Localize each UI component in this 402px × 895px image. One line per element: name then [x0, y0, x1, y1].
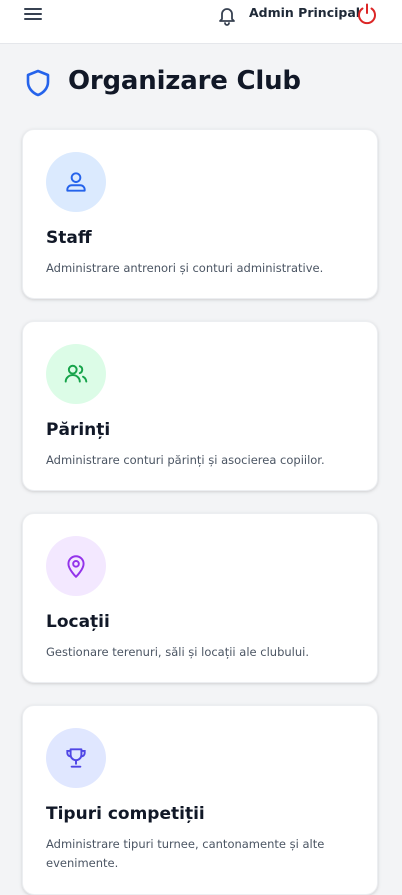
shield-icon	[24, 68, 52, 98]
power-icon[interactable]	[355, 2, 379, 26]
card-title: Staff	[46, 228, 92, 248]
card-description: Administrare antrenori și conturi admini…	[46, 261, 324, 275]
page-title: Organizare Club	[68, 66, 301, 96]
card-title: Tipuri competiții	[46, 804, 205, 824]
card-description: Administrare tipuri turnee, cantonamente…	[46, 837, 325, 870]
card-title: Părinți	[46, 420, 111, 440]
card-description: Gestionare terenuri, săli și locații ale…	[46, 645, 309, 659]
top-bar: Admin Principal	[0, 0, 402, 44]
card-description: Administrare conturi părinți și asociere…	[46, 453, 325, 467]
card-tipuri-competitii[interactable]: Tipuri competiții Administrare tipuri tu…	[22, 705, 378, 895]
card-parinti[interactable]: Părinți Administrare conturi părinți și …	[22, 321, 378, 491]
user-name[interactable]: Admin Principal	[249, 5, 360, 20]
card-staff[interactable]: Staff Administrare antrenori și conturi …	[22, 129, 378, 299]
trophy-icon	[46, 728, 106, 788]
card-title: Locații	[46, 612, 110, 632]
bell-icon[interactable]	[215, 4, 239, 26]
hamburger-icon[interactable]	[23, 5, 43, 23]
users-icon	[46, 344, 106, 404]
card-locatii[interactable]: Locații Gestionare terenuri, săli și loc…	[22, 513, 378, 683]
map-pin-icon	[46, 536, 106, 596]
user-icon	[46, 152, 106, 212]
